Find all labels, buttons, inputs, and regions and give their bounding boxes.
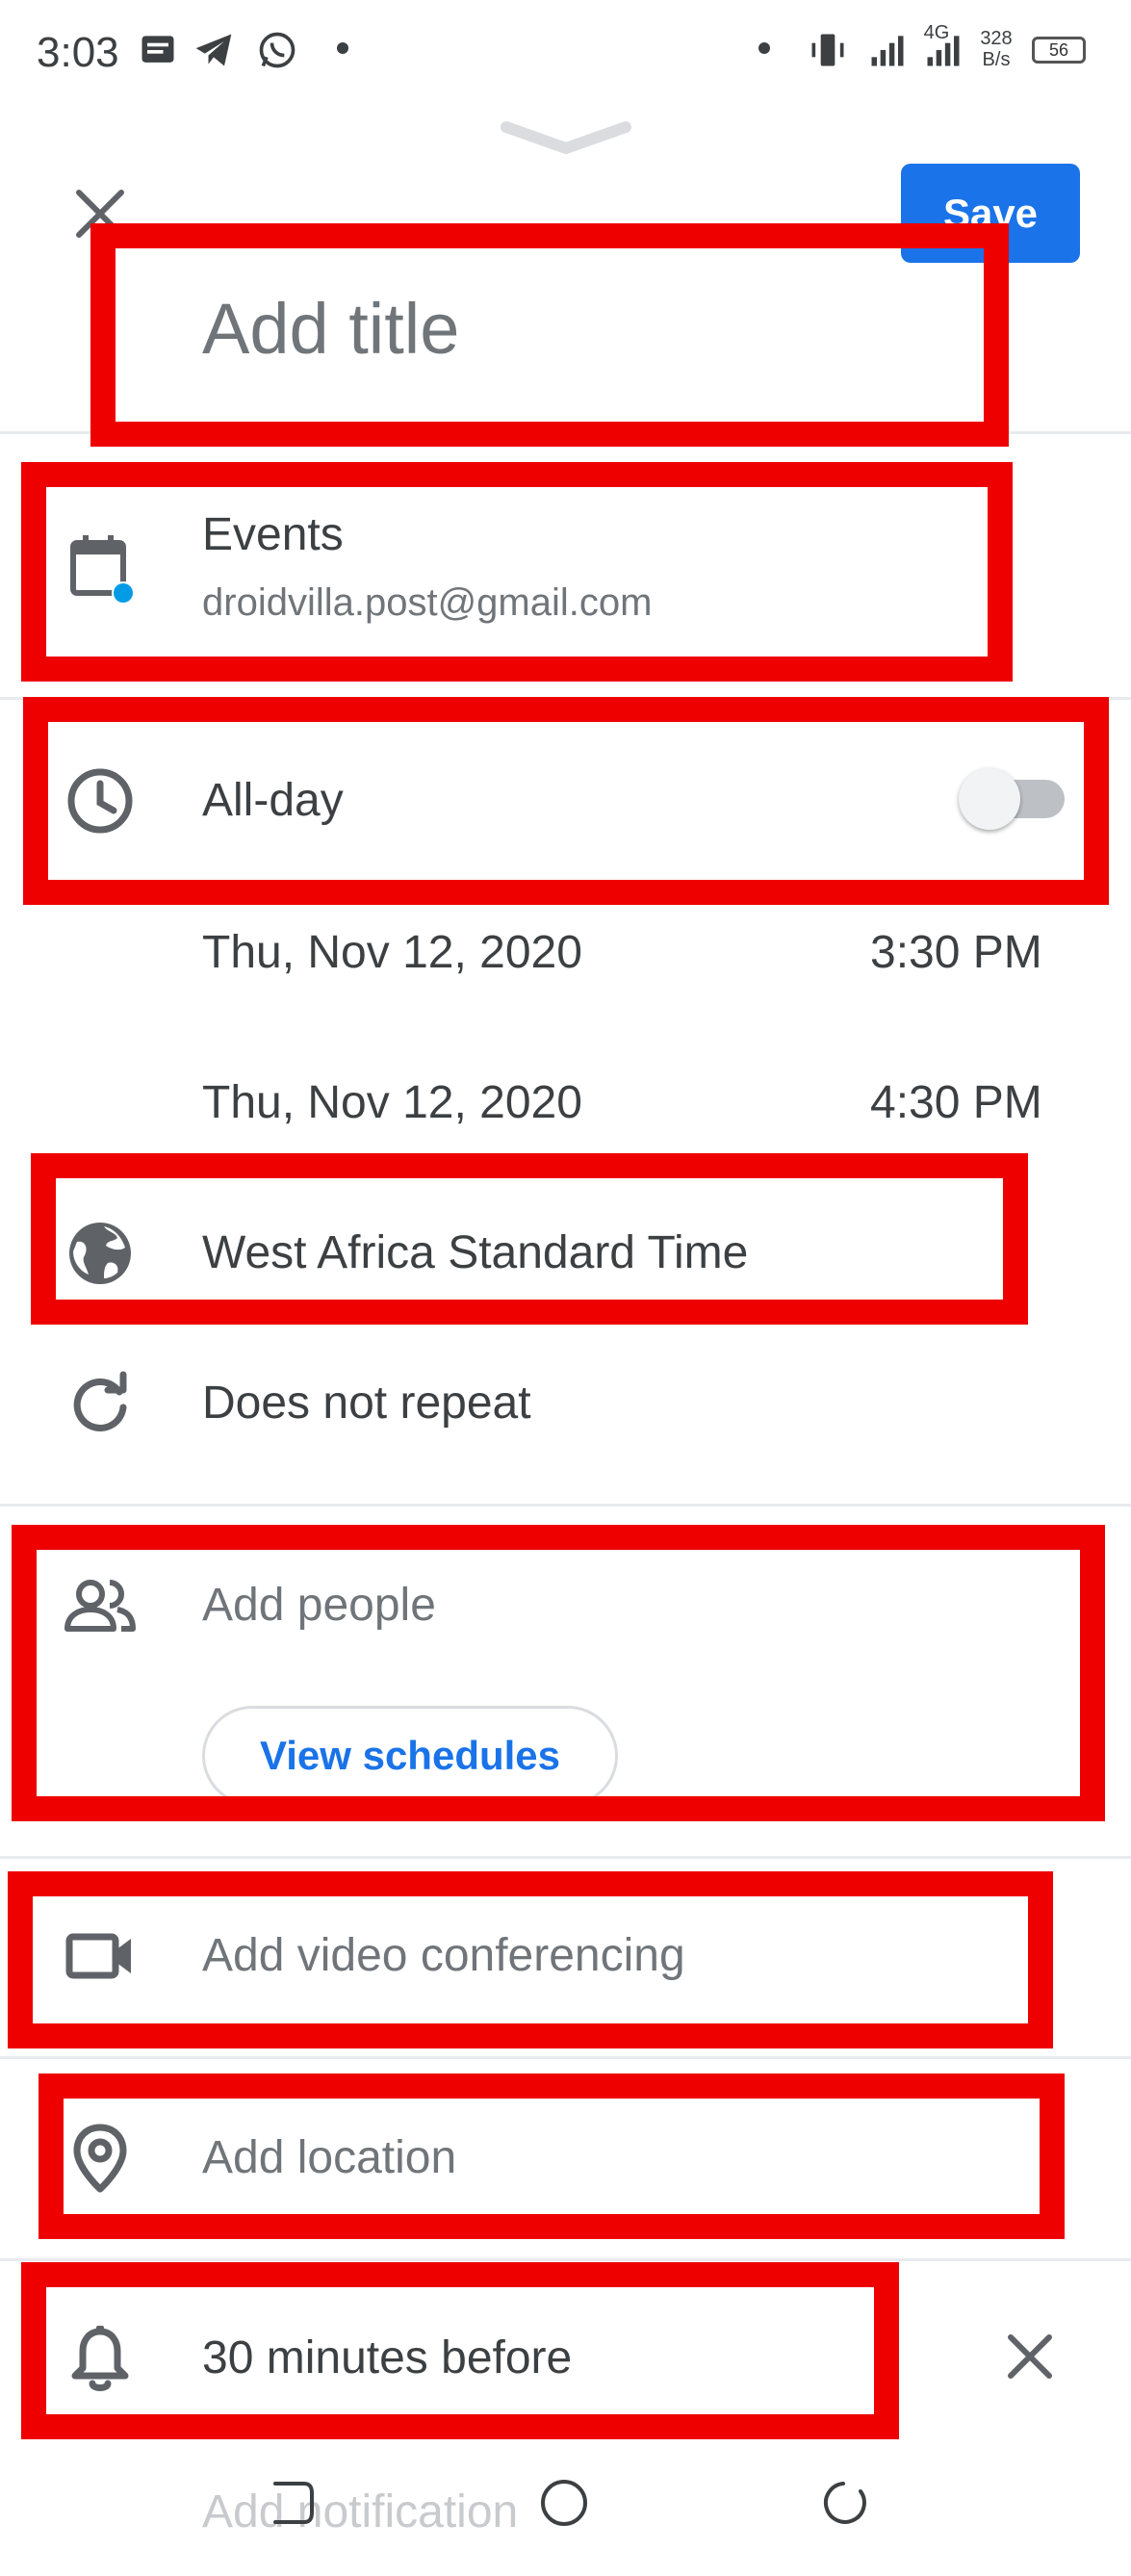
highlight-box — [23, 697, 1109, 905]
calendar-icon — [70, 535, 135, 605]
collapse-handle-icon[interactable] — [501, 114, 631, 160]
add-people-field[interactable]: Add people — [202, 1579, 436, 1632]
view-schedules-button[interactable]: View schedules — [202, 1706, 618, 1806]
remove-notification-icon[interactable] — [1001, 2328, 1059, 2385]
divider — [0, 2056, 1131, 2059]
end-date[interactable]: Thu, Nov 12, 2020 — [202, 1076, 582, 1129]
network-type-label: 4G — [923, 22, 950, 43]
globe-icon — [69, 1223, 131, 1284]
whatsapp-icon — [259, 32, 296, 68]
recent-apps-icon[interactable] — [262, 2474, 320, 2532]
bell-icon — [71, 2326, 129, 2391]
status-time: 3:03 — [37, 29, 119, 76]
network-speed-value: 328 — [980, 28, 1013, 49]
signal-icon — [871, 36, 904, 66]
home-icon[interactable] — [535, 2474, 593, 2532]
repeat-icon — [73, 1371, 127, 1431]
close-icon[interactable] — [69, 183, 131, 245]
divider — [0, 697, 1131, 700]
clock-icon — [67, 768, 133, 834]
vibrate-icon — [811, 34, 844, 66]
start-date[interactable]: Thu, Nov 12, 2020 — [202, 926, 582, 979]
highlight-box — [39, 2074, 1065, 2239]
timezone[interactable]: West Africa Standard Time — [202, 1226, 748, 1279]
divider — [0, 1856, 1131, 1859]
more-notifications-dot — [337, 42, 348, 54]
save-button[interactable]: Save — [901, 164, 1080, 263]
network-speed-unit: B/s — [982, 49, 1011, 70]
calendar-name[interactable]: Events — [202, 508, 344, 561]
battery-indicator: 56 — [1032, 37, 1086, 64]
divider — [0, 1504, 1131, 1507]
repeat-setting[interactable]: Does not repeat — [202, 1377, 531, 1430]
status-dot — [758, 42, 770, 54]
back-icon[interactable] — [814, 2474, 872, 2532]
divider — [0, 431, 1131, 434]
people-icon — [64, 1580, 136, 1632]
telegram-icon — [195, 34, 232, 66]
highlight-box — [21, 462, 1013, 682]
all-day-toggle-knob[interactable] — [959, 768, 1020, 830]
message-notification-icon — [141, 36, 174, 63]
notification-setting[interactable]: 30 minutes before — [202, 2331, 572, 2384]
divider — [0, 2258, 1131, 2261]
add-location-field[interactable]: Add location — [202, 2131, 456, 2184]
start-time[interactable]: 3:30 PM — [870, 926, 1042, 979]
add-video-conferencing[interactable]: Add video conferencing — [202, 1929, 685, 1982]
calendar-account: droidvilla.post@gmail.com — [202, 581, 653, 624]
title-input[interactable] — [202, 275, 972, 381]
location-pin-icon — [73, 2124, 127, 2193]
add-notification[interactable]: Add notification — [202, 2486, 518, 2538]
all-day-label: All-day — [202, 775, 344, 826]
end-time[interactable]: 4:30 PM — [870, 1076, 1042, 1129]
video-camera-icon — [65, 1933, 131, 1979]
